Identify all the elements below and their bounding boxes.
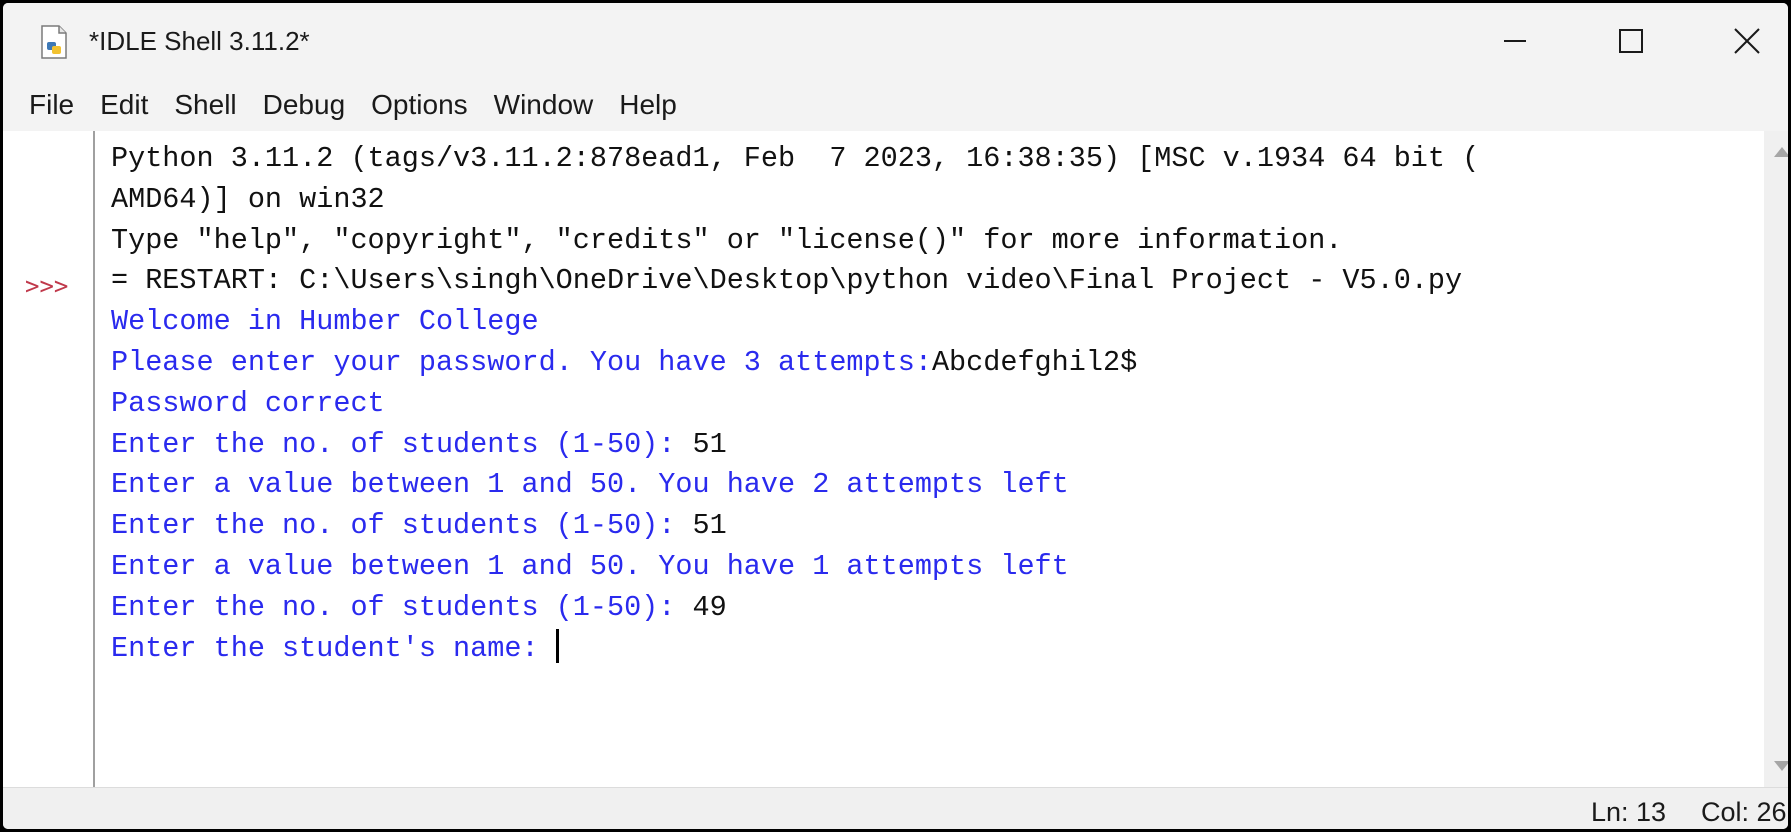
menu-shell[interactable]: Shell bbox=[161, 79, 249, 131]
title-bar[interactable]: *IDLE Shell 3.11.2* bbox=[3, 3, 1788, 79]
shell-line: Welcome in Humber College bbox=[111, 305, 539, 339]
minimize-icon bbox=[1504, 40, 1526, 42]
menu-debug[interactable]: Debug bbox=[250, 79, 359, 131]
shell-line: Enter a value between 1 and 50. You have… bbox=[111, 468, 1069, 502]
prompt-gutter: >>> bbox=[3, 131, 95, 787]
menu-edit[interactable]: Edit bbox=[87, 79, 161, 131]
user-input: 51 bbox=[692, 427, 727, 461]
shell-text[interactable]: Python 3.11.2 (tags/v3.11.2:878ead1, Feb… bbox=[111, 139, 1751, 779]
column-number-indicator: Col: 26 bbox=[1701, 797, 1787, 827]
menu-file[interactable]: File bbox=[3, 79, 87, 131]
shell-line: Enter a value between 1 and 50. You have… bbox=[111, 549, 1069, 583]
shell-line: Please enter your password. You have 3 a… bbox=[111, 345, 1138, 379]
close-icon bbox=[1734, 28, 1760, 54]
menu-help[interactable]: Help bbox=[606, 79, 690, 131]
shell-line: Enter the no. of students (1-50): 51 bbox=[111, 427, 727, 461]
restart-line: = RESTART: C:\Users\singh\OneDrive\Deskt… bbox=[111, 264, 1463, 298]
shell-line: Type "help", "copyright", "credits" or "… bbox=[111, 223, 1343, 257]
shell-line: Enter the no. of students (1-50): 49 bbox=[111, 590, 727, 624]
shell-line: Password correct bbox=[111, 386, 385, 420]
shell-line: AMD64)] on win32 bbox=[111, 182, 385, 216]
active-input-line[interactable]: Enter the student's name: bbox=[111, 628, 1751, 670]
shell-line: Enter the no. of students (1-50): 51 bbox=[111, 509, 727, 543]
minimize-button[interactable] bbox=[1459, 3, 1571, 79]
window-title: *IDLE Shell 3.11.2* bbox=[89, 26, 310, 56]
idle-shell-window: *IDLE Shell 3.11.2* File Edit Shell Debu… bbox=[0, 0, 1791, 832]
menu-bar: File Edit Shell Debug Options Window Hel… bbox=[3, 79, 1788, 131]
scroll-up-arrow-icon[interactable] bbox=[1774, 147, 1788, 157]
scroll-down-arrow-icon[interactable] bbox=[1774, 761, 1788, 771]
user-input: 51 bbox=[692, 509, 727, 543]
user-input: 49 bbox=[692, 590, 727, 624]
menu-window[interactable]: Window bbox=[481, 79, 607, 131]
status-bar: Ln: 13 Col: 26 bbox=[3, 787, 1788, 829]
user-input: Abcdefghil2$ bbox=[931, 345, 1138, 379]
shell-line: Python 3.11.2 (tags/v3.11.2:878ead1, Feb… bbox=[111, 142, 1480, 175]
maximize-icon bbox=[1619, 29, 1643, 53]
idle-app-icon bbox=[41, 25, 67, 59]
line-number-indicator: Ln: 13 bbox=[1591, 797, 1667, 827]
close-button[interactable] bbox=[1691, 3, 1788, 79]
text-cursor bbox=[555, 628, 559, 663]
maximize-button[interactable] bbox=[1575, 3, 1687, 79]
menu-options[interactable]: Options bbox=[358, 79, 481, 131]
shell-editor-area[interactable]: >>> Python 3.11.2 (tags/v3.11.2:878ead1,… bbox=[3, 131, 1788, 787]
vertical-scrollbar[interactable] bbox=[1764, 131, 1788, 787]
shell-prompt: >>> bbox=[25, 272, 69, 300]
